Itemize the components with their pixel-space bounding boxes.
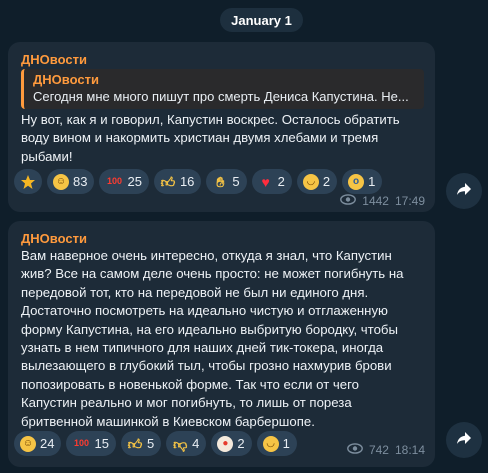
hundred-emoji-icon: 100: [106, 176, 122, 186]
thumbs-down-emoji-icon: 👎︎: [173, 435, 188, 452]
reaction-scream[interactable]: o 1: [342, 169, 383, 194]
view-count: 1442: [362, 194, 389, 208]
reaction-hundred[interactable]: 100 15: [66, 431, 116, 456]
share-arrow-icon: [456, 431, 472, 450]
reaction-count: 83: [73, 174, 88, 189]
sender-name[interactable]: ДНОвости: [21, 231, 87, 246]
scream-emoji-icon: o: [348, 173, 365, 190]
eye-icon: [347, 443, 363, 457]
quote-author: ДНОвости: [33, 72, 99, 87]
reaction-grin[interactable]: ◡ 2: [296, 169, 338, 194]
message-time: 17:49: [394, 194, 425, 208]
view-count: 742: [368, 443, 389, 457]
eye-icon: [340, 194, 357, 208]
message-time: 18:14: [394, 443, 425, 457]
message-meta: 1442 17:49: [340, 194, 425, 208]
reaction-rofl[interactable]: ☺ 83: [47, 169, 95, 194]
heart-emoji-icon: ♥: [261, 173, 270, 190]
reaction-count: 2: [277, 174, 285, 189]
message-text: Ну вот, как я и говорил, Капустин воскре…: [21, 112, 400, 164]
rofl-emoji-icon: ☺: [20, 435, 36, 452]
reaction-clap[interactable]: ✋︎ 5: [206, 169, 247, 194]
share-button[interactable]: [446, 173, 482, 209]
thumbs-up-emoji-icon: 👍︎: [127, 435, 143, 452]
share-arrow-icon: [456, 182, 472, 201]
star-icon: [20, 174, 36, 190]
reaction-count: 24: [40, 436, 55, 451]
reaction-count: 15: [94, 436, 109, 451]
reaction-count: 25: [127, 174, 142, 189]
reaction-count: 5: [232, 174, 240, 189]
message-text: Вам наверное очень интересно, откуда я з…: [21, 248, 404, 429]
reaction-rofl[interactable]: ☺ 24: [14, 431, 62, 456]
reaction-count: 4: [192, 436, 200, 451]
reaction-heart[interactable]: ♥ 2: [251, 169, 292, 194]
reaction-count: 16: [179, 174, 195, 189]
reply-quote[interactable]: ДНОвости Сегодня мне много пишут про сме…: [21, 69, 424, 109]
clown-emoji-icon: ●: [217, 435, 234, 452]
reaction-thumbs-up[interactable]: 👍︎ 16: [153, 169, 202, 194]
reaction-thumbs-up[interactable]: 👍︎ 5: [120, 431, 162, 456]
reaction-star[interactable]: [14, 169, 42, 194]
reaction-count: 1: [282, 436, 290, 451]
grin-emoji-icon: ◡: [302, 173, 319, 190]
hundred-emoji-icon: 100: [73, 438, 89, 448]
reaction-hundred[interactable]: 100 25: [99, 169, 149, 194]
reaction-count: 5: [146, 436, 155, 451]
reactions-bar: ☺ 83 100 25 👍︎ 16 ✋︎ 5 ♥ 2 ◡ 2 o 1: [14, 169, 383, 194]
reaction-grin[interactable]: ◡ 1: [256, 431, 297, 456]
sender-name[interactable]: ДНОвости: [21, 52, 87, 67]
clap-emoji-icon: ✋︎: [216, 173, 225, 190]
message-bubble[interactable]: ДНОвости ДНОвости Сегодня мне много пишу…: [8, 42, 435, 212]
grin-emoji-icon: ◡: [262, 435, 279, 452]
quote-text: Сегодня мне много пишут про смерть Денис…: [33, 89, 409, 104]
reaction-count: 2: [322, 174, 331, 189]
reaction-clown[interactable]: ● 2: [211, 431, 252, 456]
reaction-thumbs-down[interactable]: 👎︎ 4: [166, 431, 207, 456]
thumbs-up-emoji-icon: 👍︎: [160, 173, 176, 190]
message-bubble[interactable]: ДНОвости Вам наверное очень интересно, о…: [8, 221, 435, 467]
reactions-bar: ☺ 24 100 15 👍︎ 5 👎︎ 4 ● 2 ◡ 1: [14, 431, 297, 456]
share-button[interactable]: [446, 422, 482, 458]
reaction-count: 1: [368, 174, 376, 189]
reaction-count: 2: [237, 436, 245, 451]
message-meta: 742 18:14: [347, 443, 425, 457]
rofl-emoji-icon: ☺: [53, 173, 69, 190]
date-label: January 1: [231, 12, 292, 28]
date-separator[interactable]: January 1: [220, 8, 303, 32]
